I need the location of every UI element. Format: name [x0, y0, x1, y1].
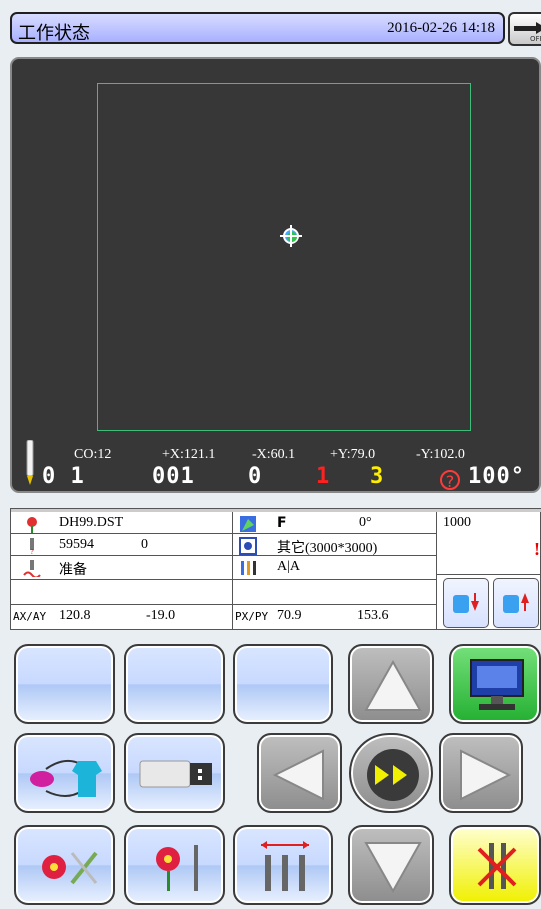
- trim-off-button[interactable]: [449, 825, 541, 905]
- embroidery-frame-outline: [97, 83, 471, 431]
- frame-type-icon: [239, 537, 257, 555]
- plus-x-readout: +X:121.1: [162, 447, 216, 462]
- rotation-angle: 0°: [359, 515, 372, 530]
- trim-off-icon: [477, 843, 517, 889]
- stitch-count-icon: ?: [30, 538, 34, 555]
- swap-icon: [30, 759, 102, 797]
- color-order-readout: CO:12: [74, 447, 112, 462]
- yellow-indicator: 3: [370, 464, 385, 489]
- title-bar: 工作状态 2016-02-26 14:18: [10, 12, 505, 44]
- fast-forward-button[interactable]: [349, 733, 433, 813]
- counter-readout: 0: [248, 464, 263, 489]
- move-left-button[interactable]: [257, 733, 342, 813]
- px-py-label: PX/PY: [235, 610, 269, 623]
- help-icon[interactable]: ?: [440, 470, 460, 491]
- svg-text:?: ?: [30, 548, 33, 555]
- fast-forward-icon: [367, 749, 419, 801]
- red-indicator: 1: [316, 464, 331, 489]
- move-right-button[interactable]: [439, 733, 523, 813]
- embroidery-display[interactable]: CO:12 +X:121.1 -X:60.1 +Y:79.0 -Y:102.0 …: [10, 57, 541, 493]
- plus-y-readout: +Y:79.0: [330, 447, 376, 462]
- monitor-icon: [470, 659, 524, 710]
- flower-edit-icon: [42, 851, 98, 885]
- color-index: 001: [152, 464, 195, 489]
- speed-down-button[interactable]: [443, 578, 489, 628]
- flower-icon: [27, 517, 37, 533]
- arrow-up-icon: [364, 659, 422, 711]
- pattern-edit-button[interactable]: [14, 825, 115, 905]
- usb-icon: [139, 760, 212, 788]
- datetime: 2016-02-26 14:18: [387, 20, 495, 36]
- page-title: 工作状态: [18, 23, 90, 44]
- pattern-embroider-button[interactable]: [124, 825, 225, 905]
- blank-button-2[interactable]: [124, 644, 225, 724]
- color-sequence: A|A: [277, 559, 301, 574]
- py-value: 153.6: [357, 608, 389, 623]
- arrow-down-icon: [364, 842, 422, 894]
- needle-icon: [26, 440, 34, 485]
- blank-button-3[interactable]: [233, 644, 333, 724]
- minus-x-readout: -X:60.1: [252, 447, 296, 462]
- px-value: 70.9: [277, 608, 302, 623]
- ay-value: -19.0: [146, 608, 176, 623]
- frame-type: 其它(3000*3000): [277, 541, 378, 556]
- stitch-total: 59594: [59, 537, 94, 552]
- frame-icon: [240, 516, 256, 532]
- change-pattern-button[interactable]: [14, 733, 115, 813]
- needle-spacing-icon: [261, 841, 309, 891]
- arrow-right-icon: [460, 749, 512, 801]
- usb-button[interactable]: [124, 733, 225, 813]
- status-icon: [23, 560, 41, 577]
- move-down-button[interactable]: [348, 825, 434, 905]
- needle-spacing-button[interactable]: [233, 825, 333, 905]
- info-panel: DH99.DST F 0° 1000 ? 59594 0 其它(3000*300…: [10, 508, 541, 630]
- flower-needle-icon: [156, 845, 198, 891]
- needle-number: 0 1: [42, 464, 85, 489]
- machine-status: 准备: [59, 562, 87, 578]
- off-button[interactable]: OFF: [508, 12, 541, 46]
- speed-readout: 100°: [468, 464, 525, 489]
- minus-y-readout: -Y:102.0: [416, 447, 465, 462]
- ax-ay-label: AX/AY: [13, 610, 47, 623]
- crosshair-icon: [280, 225, 302, 247]
- speed-up-button[interactable]: [493, 578, 539, 628]
- ax-value: 120.8: [59, 608, 91, 623]
- frame-label: F: [277, 515, 287, 531]
- blank-button-1[interactable]: [14, 644, 115, 724]
- stitch-current: 0: [141, 537, 148, 552]
- move-up-button[interactable]: [348, 644, 434, 724]
- alert-mark: !: [534, 539, 540, 559]
- file-name: DH99.DST: [59, 515, 124, 530]
- needle-sequence-icon: [241, 561, 256, 575]
- monitor-button[interactable]: [449, 644, 541, 724]
- preset-value: 1000: [443, 515, 471, 530]
- arrow-left-icon: [272, 749, 324, 801]
